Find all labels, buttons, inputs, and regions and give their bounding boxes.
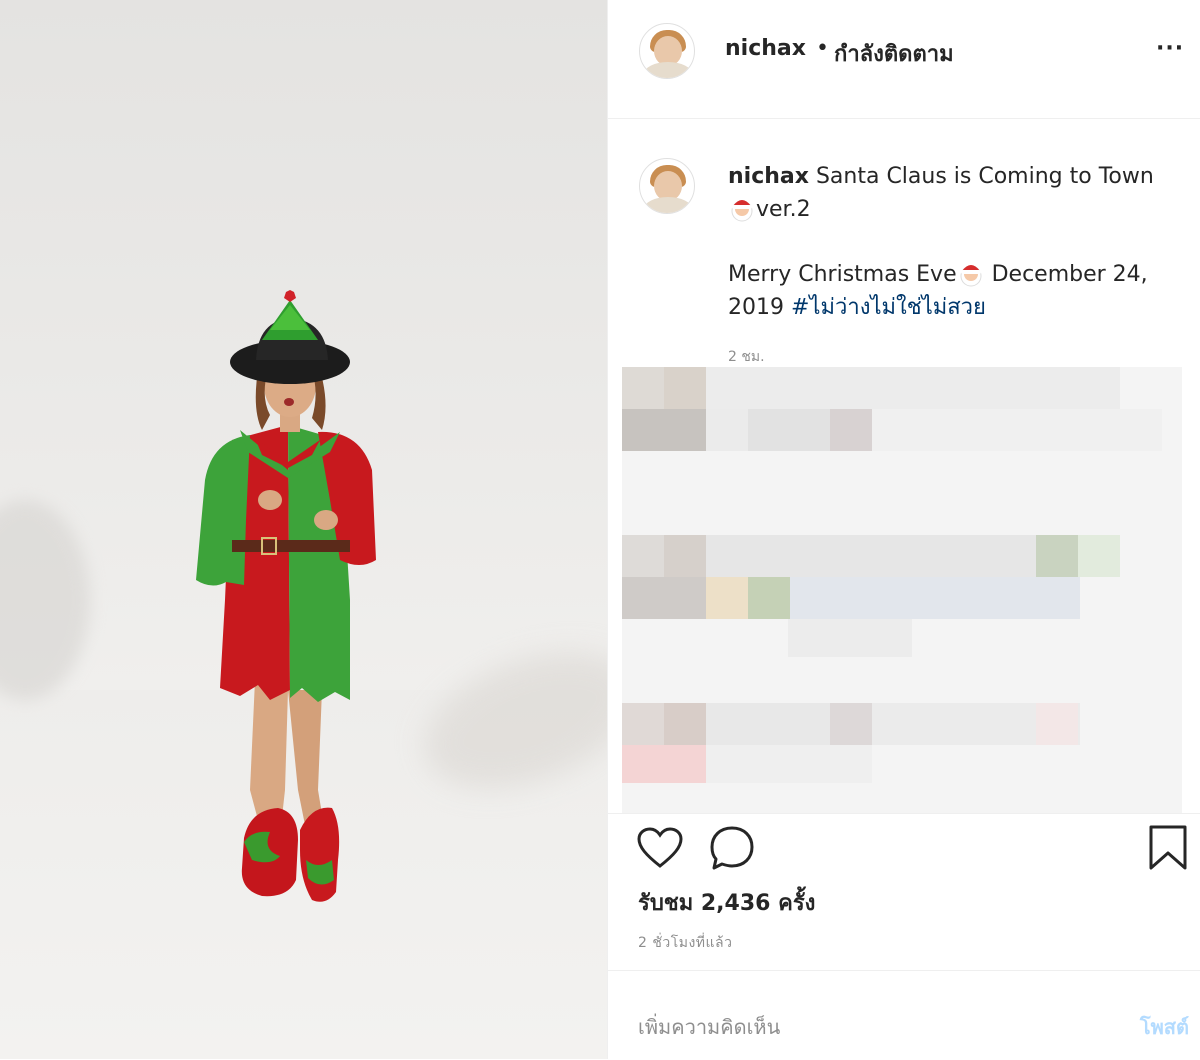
following-button[interactable]: กำลังติดตาม xyxy=(834,36,954,71)
caption-text: nichax Santa Claus is Coming to Town ver… xyxy=(728,160,1168,324)
comment-bubble-icon[interactable] xyxy=(708,824,756,872)
avatar[interactable] xyxy=(639,23,695,79)
post-side-panel: nichax • กำลังติดตาม ··· nichax Santa Cl… xyxy=(607,0,1200,1059)
caption-timestamp: 2 ชม. xyxy=(728,349,765,365)
more-options-icon[interactable]: ··· xyxy=(1156,36,1184,61)
post-actions: รับชม 2,436 ครั้ง 2 ชั่วโมงที่แล้ว xyxy=(608,813,1200,971)
caption-avatar[interactable] xyxy=(639,158,695,214)
elf-costume-person xyxy=(196,290,376,902)
post-video[interactable] xyxy=(0,0,607,1059)
comment-box: เพิ่มความคิดเห็น โพสต์ xyxy=(608,970,1200,1060)
header-username[interactable]: nichax xyxy=(725,36,806,61)
post-comment-button[interactable]: โพสต์ xyxy=(1140,1011,1189,1043)
view-count[interactable]: รับชม 2,436 ครั้ง xyxy=(638,885,815,920)
instagram-post: nichax • กำลังติดตาม ··· nichax Santa Cl… xyxy=(0,0,1200,1059)
blurred-comments xyxy=(622,367,1182,813)
comment-input[interactable]: เพิ่มความคิดเห็น xyxy=(638,1011,780,1043)
bookmark-icon[interactable] xyxy=(1148,824,1188,872)
caption-username[interactable]: nichax xyxy=(728,164,809,189)
post-header: nichax • กำลังติดตาม ··· xyxy=(608,0,1200,119)
hashtag-link[interactable]: #ไม่ว่างไม่ใช่ไม่สวย xyxy=(791,295,986,320)
post-time-ago[interactable]: 2 ชั่วโมงที่แล้ว xyxy=(638,932,733,954)
header-separator: • xyxy=(816,36,829,61)
caption-line1: Santa Claus is Coming to Town xyxy=(815,164,1154,189)
caption-line2-start: Merry Christmas Eve xyxy=(728,262,957,287)
santa-emoji-icon xyxy=(728,194,756,222)
heart-icon[interactable] xyxy=(636,826,684,870)
caption-line1-end: ver.2 xyxy=(756,197,811,222)
santa-emoji-icon xyxy=(957,259,985,287)
